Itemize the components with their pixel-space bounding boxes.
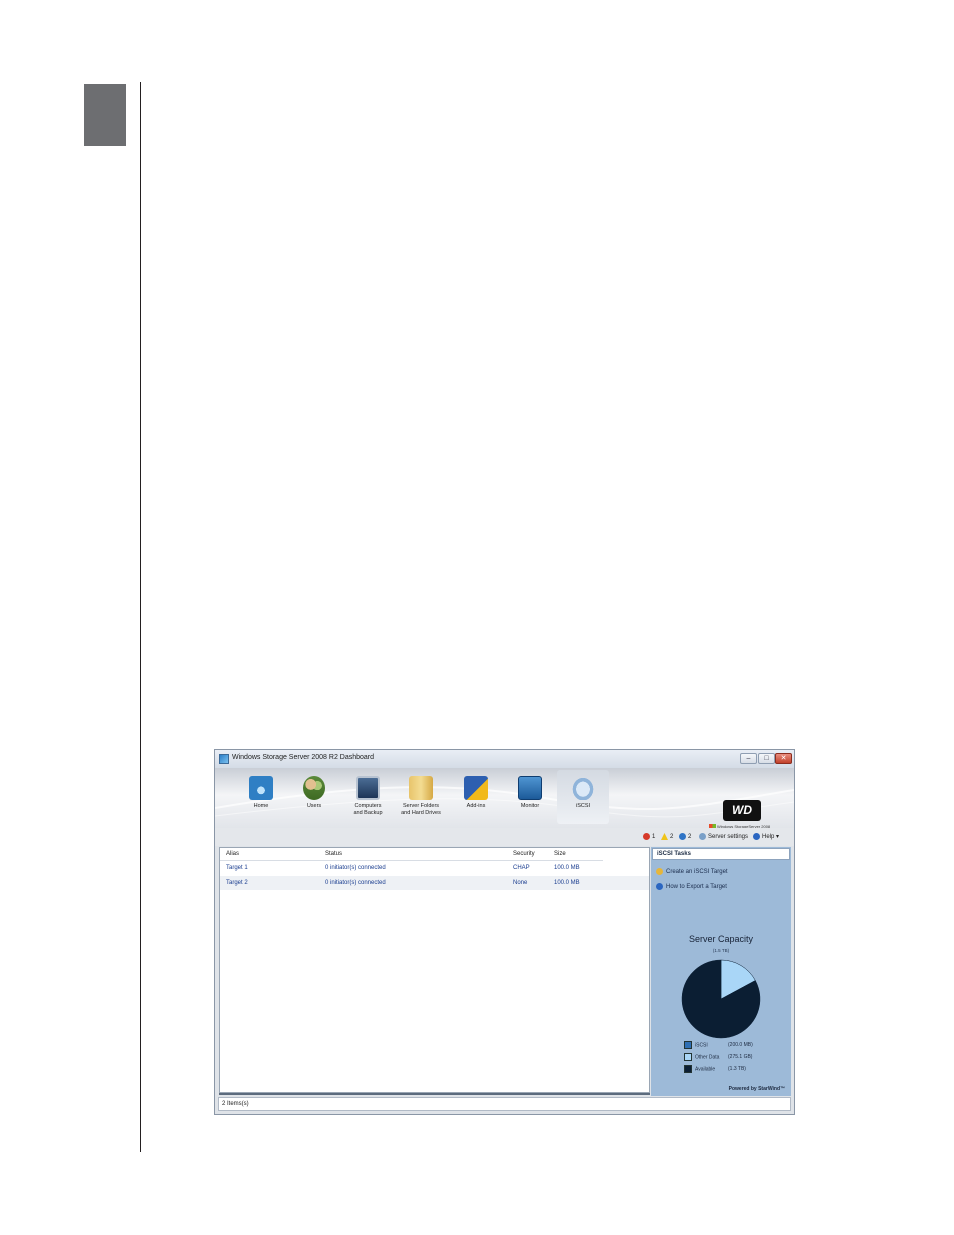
- nav-label: Server Folders and Hard Drives: [401, 803, 441, 816]
- column-header-security[interactable]: Security: [513, 851, 535, 857]
- legend-swatch: [684, 1065, 692, 1073]
- error-icon: [643, 833, 650, 840]
- cell-status: 0 initiator(s) connected: [325, 865, 386, 871]
- targets-list: Alias Status Security Size Target 1 0 in…: [219, 847, 650, 1093]
- create-target-icon: [656, 868, 663, 875]
- cell-security: None: [513, 880, 528, 886]
- cell-alias: Target 1: [226, 865, 248, 871]
- info-alert[interactable]: 2: [679, 833, 691, 840]
- app-icon: [219, 754, 229, 764]
- nav-label: Computers and Backup: [353, 803, 383, 816]
- nav-item-home[interactable]: Home: [235, 770, 287, 824]
- column-header-alias[interactable]: Alias: [226, 851, 239, 857]
- table-row[interactable]: Target 1 0 initiator(s) connected CHAP 1…: [220, 861, 649, 875]
- window-title: Windows Storage Server 2008 R2 Dashboard: [232, 754, 375, 761]
- settings-icon: [699, 833, 706, 840]
- computer-icon: [356, 776, 380, 800]
- list-bottom-scrollbar[interactable]: [219, 1093, 650, 1095]
- warning-alert[interactable]: 2: [661, 833, 673, 840]
- nav-item-computers-and-backup[interactable]: Computers and Backup: [342, 770, 394, 824]
- cell-size: 100.0 MB: [554, 865, 580, 871]
- legend-swatch: [684, 1041, 692, 1049]
- error-count: 1: [652, 834, 656, 841]
- column-header-size[interactable]: Size: [554, 851, 566, 857]
- task-label: Create an iSCSI Target: [666, 869, 728, 876]
- nav-label: Users: [306, 803, 322, 809]
- margin-rule: [140, 82, 141, 1152]
- help-icon: [656, 883, 663, 890]
- nav-item-iscsi[interactable]: iSCSI: [557, 770, 609, 824]
- table-row[interactable]: Target 2 0 initiator(s) connected None 1…: [220, 876, 649, 890]
- iscsi-tasks-pane: iSCSI Tasks Create an iSCSI Target How t…: [651, 847, 791, 1096]
- status-bar: 2 Items(s): [218, 1097, 791, 1111]
- dashboard-window: Windows Storage Server 2008 R2 Dashboard…: [214, 749, 795, 1115]
- capacity-subtitle: (1.5 TB): [712, 948, 730, 953]
- export-target-help-link[interactable]: How to Export a Target: [656, 883, 727, 890]
- capacity-title: Server Capacity: [688, 934, 754, 944]
- nav-item-add-ins[interactable]: Add-ins: [450, 770, 502, 824]
- help-label: Help: [762, 834, 775, 841]
- capacity-pie-chart: [681, 959, 761, 1039]
- column-header-status[interactable]: Status: [325, 851, 342, 857]
- addin-icon: [464, 776, 488, 800]
- create-iscsi-target-link[interactable]: Create an iSCSI Target: [656, 868, 728, 875]
- legend-label: Other Data: [695, 1054, 720, 1061]
- maximize-button[interactable]: □: [758, 753, 775, 764]
- info-count: 2: [688, 834, 692, 841]
- legend-item-available: Available (1.3 TB): [684, 1065, 746, 1073]
- warning-icon: [661, 833, 668, 840]
- server-settings-label: Server settings: [708, 834, 749, 841]
- server-settings-link[interactable]: Server settings: [699, 833, 748, 840]
- cell-size: 100.0 MB: [554, 880, 580, 886]
- cell-status: 0 initiator(s) connected: [325, 880, 386, 886]
- tasks-heading: iSCSI Tasks: [652, 848, 790, 860]
- legend-label: Available: [695, 1066, 716, 1073]
- info-icon: [679, 833, 686, 840]
- nav-label: Add-ins: [466, 803, 486, 809]
- legend-value: (200.0 MB): [728, 1042, 753, 1048]
- minimize-button[interactable]: –: [740, 753, 757, 764]
- folder-icon: [409, 776, 433, 800]
- error-alert[interactable]: 1: [643, 833, 655, 840]
- help-icon: [753, 833, 760, 840]
- powered-by-starwind: Powered by StarWind™: [728, 1086, 785, 1092]
- nav-label: Home: [253, 803, 269, 809]
- cell-security: CHAP: [513, 865, 530, 871]
- warning-count: 2: [670, 834, 674, 841]
- task-label: How to Export a Target: [666, 884, 727, 891]
- legend-item-iscsi: iSCSI (200.0 MB): [684, 1041, 753, 1049]
- nav-band: Home Users Computers and Backup Server F…: [215, 768, 794, 830]
- nav-item-monitor[interactable]: Monitor: [504, 770, 556, 824]
- alerts-bar: 1 2 2 Server settings Help ▾: [215, 828, 794, 846]
- nav-label: Monitor: [520, 803, 540, 809]
- legend-item-other-data: Other Data (275.1 GB): [684, 1053, 752, 1061]
- legend-value: (1.3 TB): [728, 1066, 746, 1072]
- monitor-icon: [518, 776, 542, 800]
- chevron-down-icon: ▾: [776, 834, 780, 841]
- list-header: Alias Status Security Size: [220, 848, 603, 861]
- home-icon: [249, 776, 273, 800]
- close-button[interactable]: ✕: [775, 753, 792, 764]
- legend-label: iSCSI: [695, 1042, 708, 1049]
- legend-swatch: [684, 1053, 692, 1061]
- wd-logo: WD: [723, 800, 761, 821]
- cell-alias: Target 2: [226, 880, 248, 886]
- iscsi-icon: [571, 776, 595, 800]
- nav-item-users[interactable]: Users: [288, 770, 340, 824]
- users-icon: [303, 776, 325, 800]
- nav-item-server-folders[interactable]: Server Folders and Hard Drives: [395, 770, 447, 824]
- legend-value: (275.1 GB): [728, 1054, 753, 1060]
- help-menu[interactable]: Help ▾: [753, 833, 779, 840]
- title-bar: Windows Storage Server 2008 R2 Dashboard…: [215, 750, 794, 768]
- chapter-tab: [84, 84, 126, 146]
- nav-label: iSCSI: [575, 803, 591, 809]
